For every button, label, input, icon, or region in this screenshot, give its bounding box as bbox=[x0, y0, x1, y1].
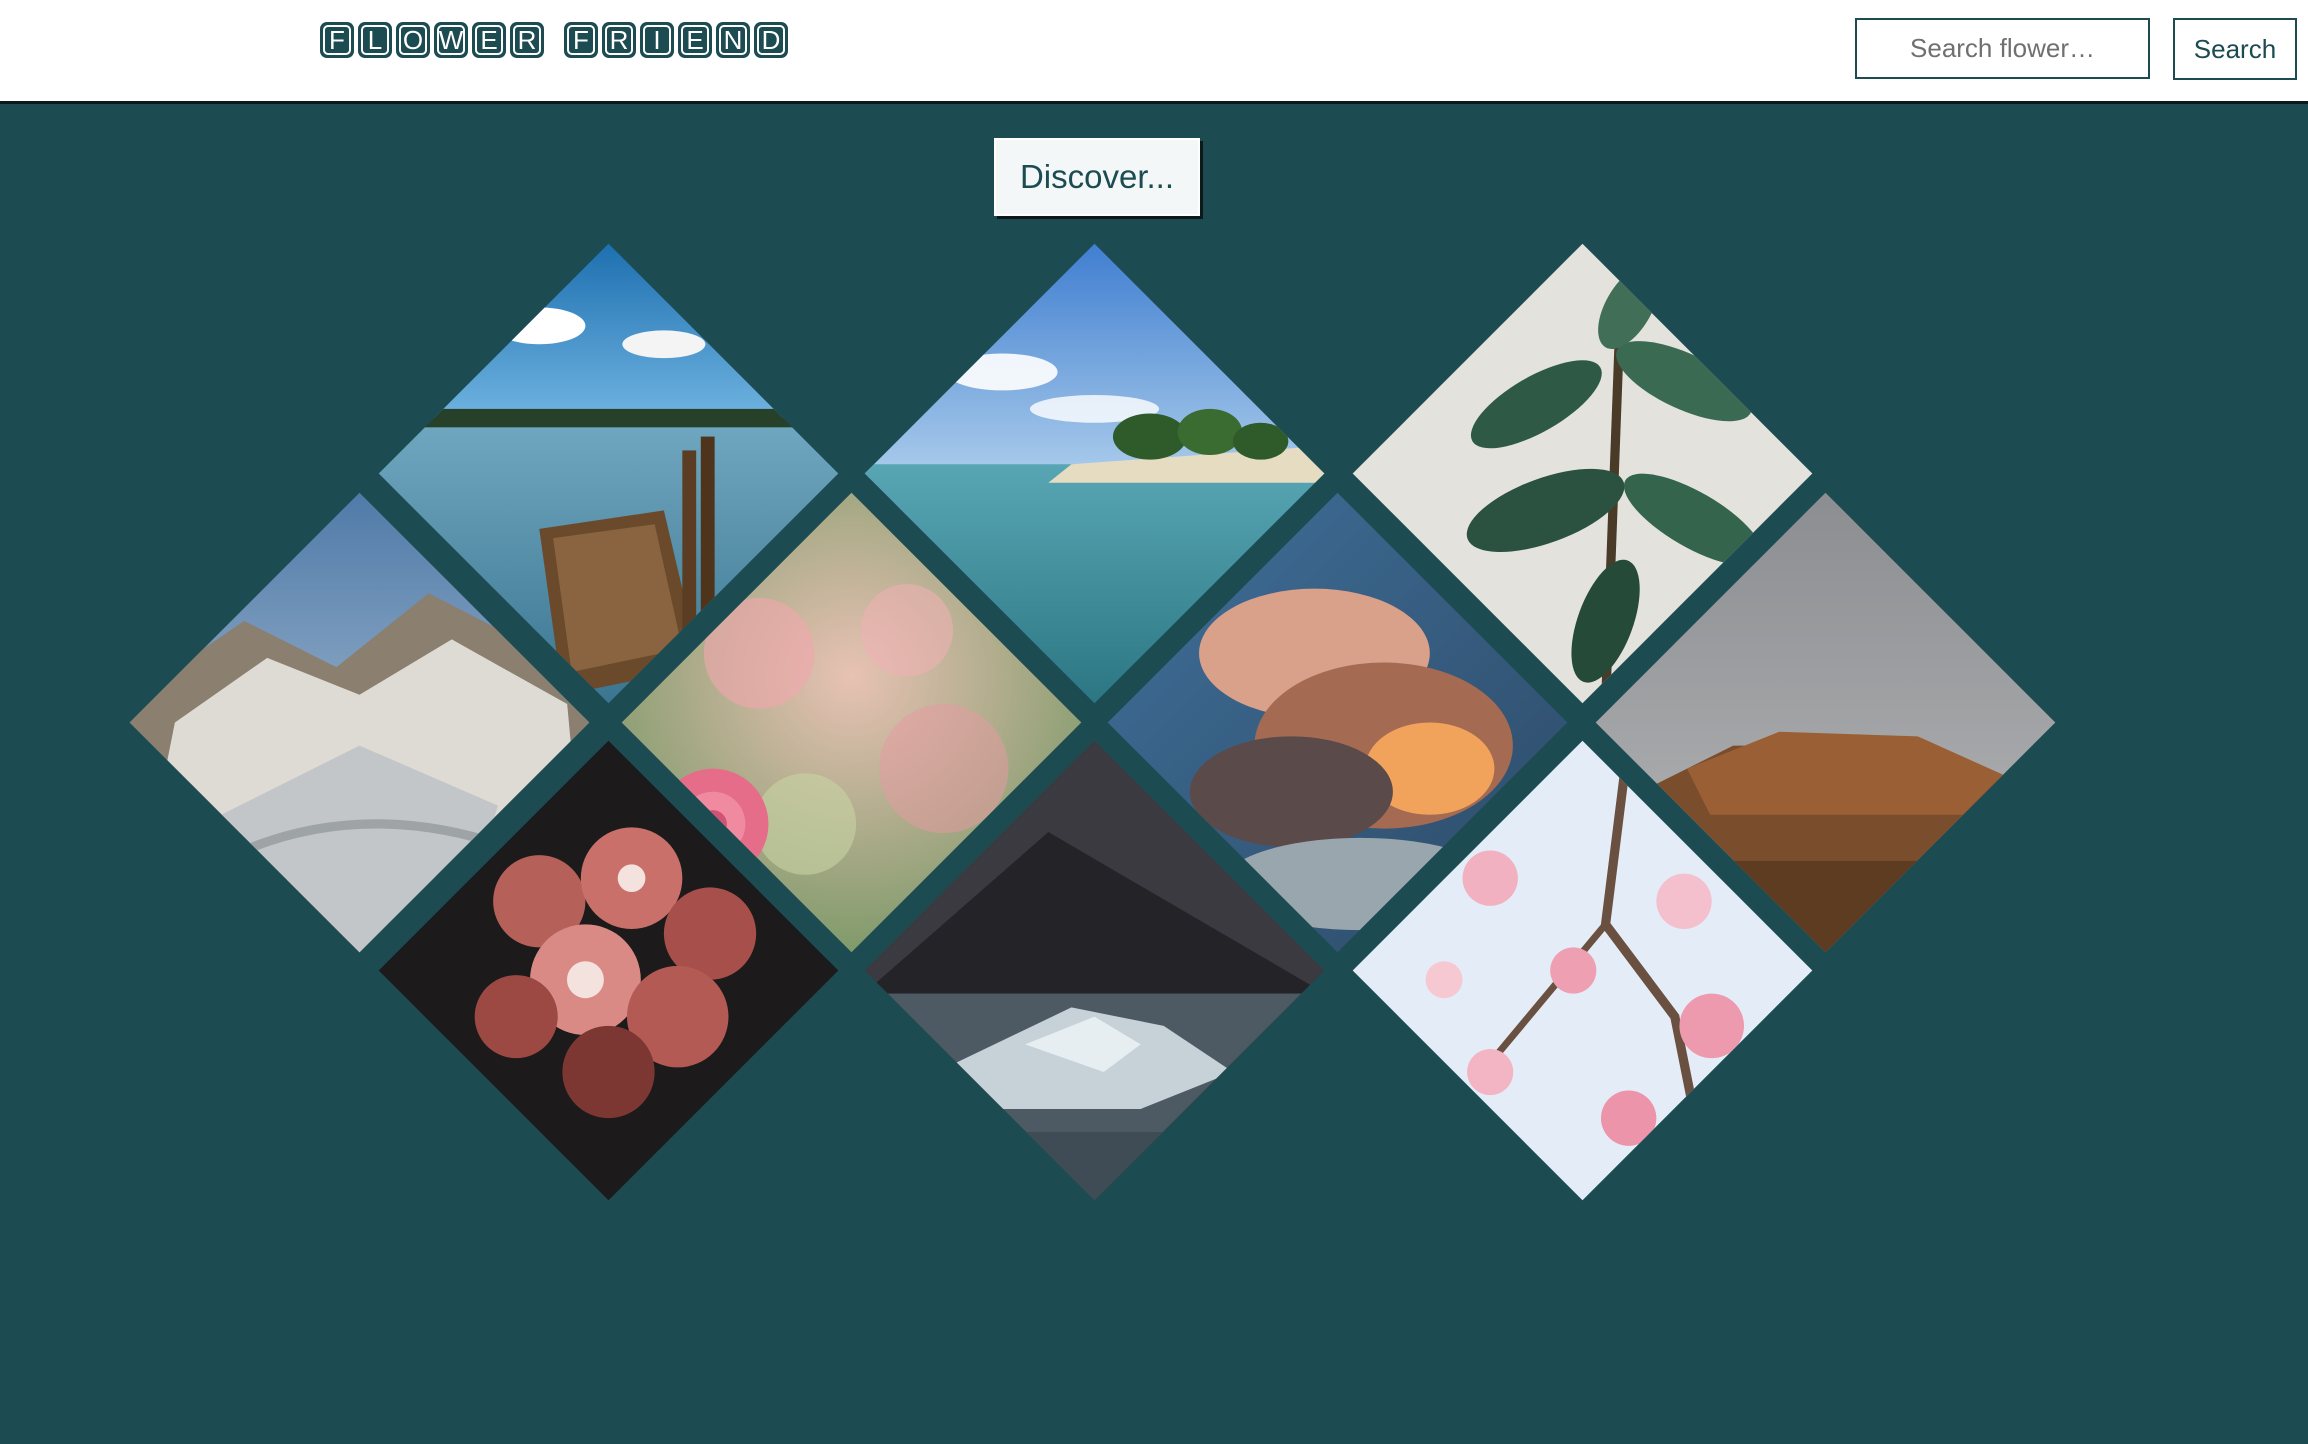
logo-letter: I bbox=[640, 22, 674, 58]
logo-letter: N bbox=[716, 22, 750, 58]
logo-letter: F bbox=[320, 22, 354, 58]
search-input[interactable] bbox=[1855, 18, 2150, 79]
logo-letter: D bbox=[754, 22, 788, 58]
logo-letter: O bbox=[396, 22, 430, 58]
logo-letter: E bbox=[678, 22, 712, 58]
logo-letter: F bbox=[564, 22, 598, 58]
search-button[interactable]: Search bbox=[2173, 18, 2297, 80]
site-logo[interactable]: F L O W E R F R I E N D bbox=[320, 22, 788, 58]
logo-letter: R bbox=[602, 22, 636, 58]
discover-button[interactable]: Discover... bbox=[994, 138, 1200, 216]
logo-letter: R bbox=[510, 22, 544, 58]
logo-letter: E bbox=[472, 22, 506, 58]
logo-letter: L bbox=[358, 22, 392, 58]
header-bar: F L O W E R F R I E N D Search bbox=[0, 0, 2308, 104]
logo-letter: W bbox=[434, 22, 468, 58]
